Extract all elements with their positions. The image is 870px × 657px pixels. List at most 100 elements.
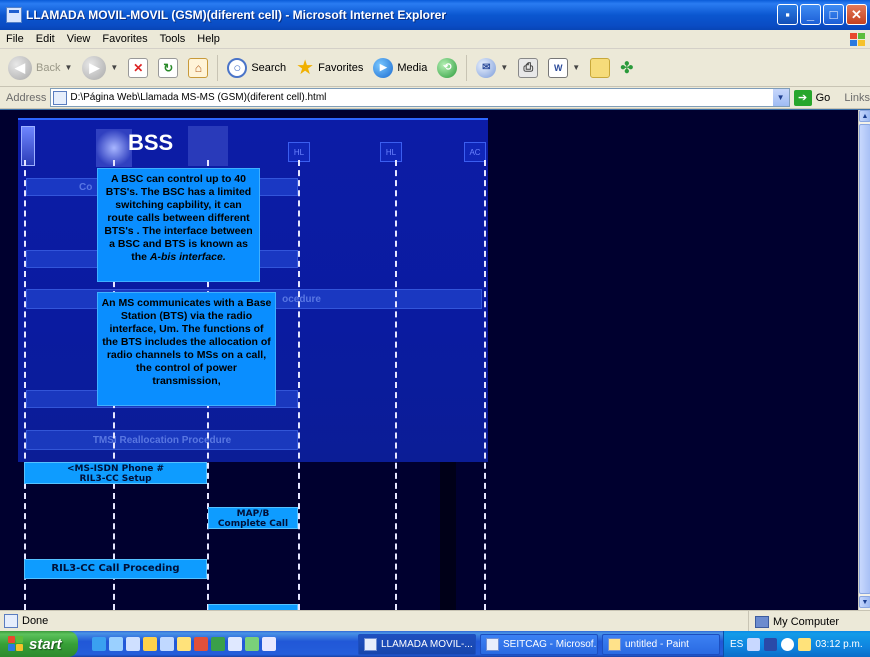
tray-app-icon[interactable] (764, 637, 778, 651)
go-button[interactable]: ➔ Go (793, 89, 830, 106)
stop-button[interactable]: ✕ (124, 52, 152, 84)
favorites-star-icon: ★ (296, 56, 315, 79)
windows-logo-icon (848, 31, 866, 48)
msg-setup-line1: <MS-ISDN Phone # (66, 464, 165, 474)
dropdown-arrow-icon: ▼ (64, 63, 73, 72)
quicklaunch-app-icon[interactable] (160, 637, 174, 651)
toolbar: ◀ Back ▼ ▶ ▼ ✕ ↻ ⌂ ○ Search ★ Favorites … (0, 49, 870, 87)
task-label: LLAMADA MOVIL-... (381, 639, 473, 650)
home-icon: ⌂ (188, 57, 209, 78)
dropdown-arrow-icon: ▼ (572, 63, 581, 72)
info-bsc-text: A BSC can control up to 40 BTS's. The BS… (104, 173, 253, 263)
lifeline (484, 160, 486, 610)
quicklaunch-desktop-icon[interactable] (109, 637, 123, 651)
extra-window-icon[interactable]: ▪ (777, 4, 798, 25)
vertical-scrollbar[interactable]: ▲ ▼ (858, 110, 870, 610)
forward-button[interactable]: ▶ ▼ (78, 52, 122, 84)
search-button[interactable]: ○ Search (223, 52, 290, 84)
page-icon (53, 90, 68, 105)
info-box-ms: An MS communicates with a Base Station (… (97, 292, 276, 406)
title-bar: LLAMADA MOVIL-MOVIL (GSM)(diferent cell)… (0, 0, 870, 30)
mail-icon: ✉ (476, 57, 497, 78)
quicklaunch-ie-icon[interactable] (92, 637, 106, 651)
info-box-bsc: A BSC can control up to 40 BTS's. The BS… (97, 168, 260, 282)
menu-tools[interactable]: Tools (154, 33, 192, 45)
start-button[interactable]: start (0, 631, 78, 657)
quicklaunch-app-icon[interactable] (126, 637, 140, 651)
scroll-thumb[interactable] (859, 124, 870, 594)
home-button[interactable]: ⌂ (184, 52, 212, 84)
history-button[interactable]: ⟲ (433, 52, 461, 84)
menu-favorites[interactable]: Favorites (96, 33, 153, 45)
address-dropdown-icon[interactable]: ▼ (772, 89, 789, 106)
address-value: D:\Página Web\Llamada MS-MS (GSM)(difere… (70, 92, 327, 103)
info-bsc-italic: A-bis interface. (149, 251, 226, 263)
print-button[interactable]: ⎙ (514, 52, 542, 84)
mail-button[interactable]: ✉ ▼ (472, 52, 512, 84)
task-label: untitled - Paint (625, 639, 689, 650)
menu-file[interactable]: File (0, 33, 30, 45)
address-bar: Address D:\Página Web\Llamada MS-MS (GSM… (0, 87, 870, 109)
task-seitcag[interactable]: SEITCAG - Microsof... (480, 634, 598, 655)
quicklaunch-app-icon[interactable] (177, 637, 191, 651)
media-icon: ▶ (373, 57, 394, 78)
bss-title: BSS (128, 130, 174, 155)
favorites-button[interactable]: ★ Favorites (292, 52, 367, 84)
status-bar: Done My Computer (0, 610, 870, 632)
quicklaunch-app-icon[interactable] (228, 637, 242, 651)
scroll-down-icon[interactable]: ▼ (859, 596, 870, 608)
quicklaunch-app-icon[interactable] (245, 637, 259, 651)
favorites-label: Favorites (318, 61, 364, 74)
language-indicator[interactable]: ES (730, 639, 743, 650)
msg-map-line2: Complete Call (217, 519, 289, 529)
media-button[interactable]: ▶ Media (369, 52, 431, 84)
quicklaunch-app-icon[interactable] (143, 637, 157, 651)
menu-bar: File Edit View Favorites Tools Help (0, 30, 870, 49)
address-input[interactable]: D:\Página Web\Llamada MS-MS (GSM)(difere… (50, 88, 790, 107)
band-label: ocedure (282, 293, 321, 305)
lifeline (395, 160, 397, 610)
messenger-button[interactable]: ✤ (616, 52, 637, 84)
refresh-button[interactable]: ↻ (154, 52, 182, 84)
maximize-button[interactable]: □ (823, 4, 844, 25)
msg-setup: <MS-ISDN Phone # RIL3-CC Setup (24, 462, 207, 484)
menu-view[interactable]: View (61, 33, 97, 45)
stop-icon: ✕ (128, 57, 149, 78)
toolbar-separator (466, 54, 468, 81)
msg-proceeding: RIL3-CC Call Proceding (24, 559, 207, 579)
task-ie[interactable]: LLAMADA MOVIL-... (358, 634, 476, 655)
links-label[interactable]: Links (844, 92, 870, 104)
task-paint[interactable]: untitled - Paint (602, 634, 720, 655)
menu-edit[interactable]: Edit (30, 33, 61, 45)
folder-icon (590, 57, 611, 78)
node-box: HL (288, 142, 310, 162)
msg-setup-line2: RIL3-CC Setup (79, 474, 152, 484)
search-label: Search (251, 61, 287, 74)
back-button[interactable]: ◀ Back ▼ (4, 52, 76, 84)
band-label: Co (79, 181, 93, 193)
quick-launch (92, 637, 276, 651)
scroll-up-icon[interactable]: ▲ (859, 110, 870, 122)
status-text: Done (22, 615, 49, 627)
tray-volume-icon[interactable] (781, 637, 795, 651)
forward-arrow-icon: ▶ (82, 55, 107, 80)
minimize-button[interactable]: _ (800, 4, 821, 25)
task-label: SEITCAG - Microsof... (503, 639, 598, 650)
discuss-button[interactable] (586, 52, 614, 84)
tray-app-icon[interactable] (798, 637, 812, 651)
page-done-icon (4, 614, 18, 628)
dark-column (440, 462, 456, 610)
go-arrow-icon: ➔ (793, 89, 812, 106)
clock[interactable]: 03:12 p.m. (815, 639, 862, 650)
menu-help[interactable]: Help (191, 33, 226, 45)
toolbar-separator (217, 54, 219, 81)
quicklaunch-app-icon[interactable] (194, 637, 208, 651)
dropdown-arrow-icon: ▼ (110, 63, 119, 72)
quicklaunch-app-icon[interactable] (211, 637, 225, 651)
ie-task-icon (364, 638, 377, 651)
close-button[interactable]: ✕ (846, 4, 867, 25)
quicklaunch-app-icon[interactable] (262, 637, 276, 651)
history-icon: ⟲ (437, 57, 458, 78)
edit-button[interactable]: W ▼ (544, 52, 584, 84)
tray-network-icon[interactable] (747, 637, 761, 651)
